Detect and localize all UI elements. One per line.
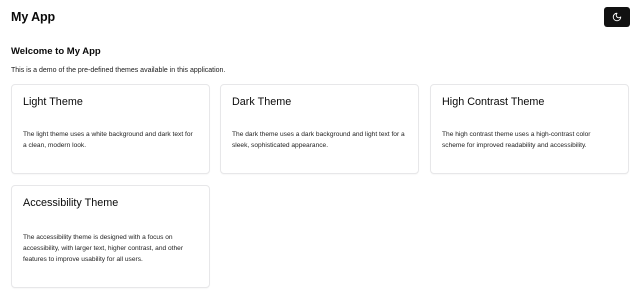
card-title: Dark Theme: [232, 96, 292, 108]
intro-text: This is a demo of the pre-defined themes…: [11, 67, 226, 74]
moon-icon: [612, 12, 622, 22]
theme-card-light: Light Theme The light theme uses a white…: [11, 84, 210, 174]
card-description: The high contrast theme uses a high-cont…: [442, 131, 591, 150]
welcome-heading: Welcome to My App: [11, 46, 101, 57]
theme-card-high-contrast: High Contrast Theme The high contrast th…: [430, 84, 629, 174]
theme-toggle-button[interactable]: [604, 7, 630, 27]
card-title: Light Theme: [23, 96, 83, 108]
app-title: My App: [11, 10, 56, 24]
card-description: The light theme uses a white background …: [23, 131, 193, 150]
card-title: High Contrast Theme: [442, 96, 545, 108]
card-title: Accessibility Theme: [23, 197, 119, 209]
theme-card-accessibility: Accessibility Theme The accessibility th…: [11, 185, 210, 288]
card-description: The accessibility theme is designed with…: [23, 234, 184, 264]
card-description: The dark theme uses a dark background an…: [232, 131, 405, 150]
app-header: My App: [0, 0, 640, 34]
theme-card-dark: Dark Theme The dark theme uses a dark ba…: [220, 84, 419, 174]
